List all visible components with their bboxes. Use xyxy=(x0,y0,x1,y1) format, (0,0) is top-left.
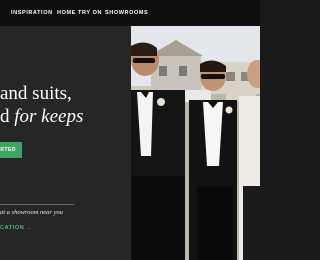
nav-link-showrooms[interactable]: SHOWROOMS xyxy=(105,10,148,16)
top-navigation-bar: INSPIRATION HOME TRY ON SHOWROOMS xyxy=(0,0,260,26)
section-divider xyxy=(0,204,74,205)
hero-headline-line-2: d for keeps xyxy=(0,105,83,128)
hero-headline-plain: d xyxy=(0,106,15,127)
hero-headline-italic: for keeps xyxy=(14,106,84,127)
nav-link-inspiration[interactable]: INSPIRATION xyxy=(11,10,53,16)
showroom-locate-text: at a showroom near you xyxy=(0,209,63,216)
find-location-link[interactable]: CATION → xyxy=(0,225,33,231)
hero-text-panel: and suits, d for keeps ARTED at a showro… xyxy=(0,26,131,260)
hero-headline-line-1: and suits, xyxy=(0,83,72,104)
hero-photo-groomsmen xyxy=(131,26,260,260)
get-started-button[interactable]: ARTED xyxy=(0,142,22,158)
nav-link-home-try-on[interactable]: HOME TRY ON xyxy=(57,10,102,16)
